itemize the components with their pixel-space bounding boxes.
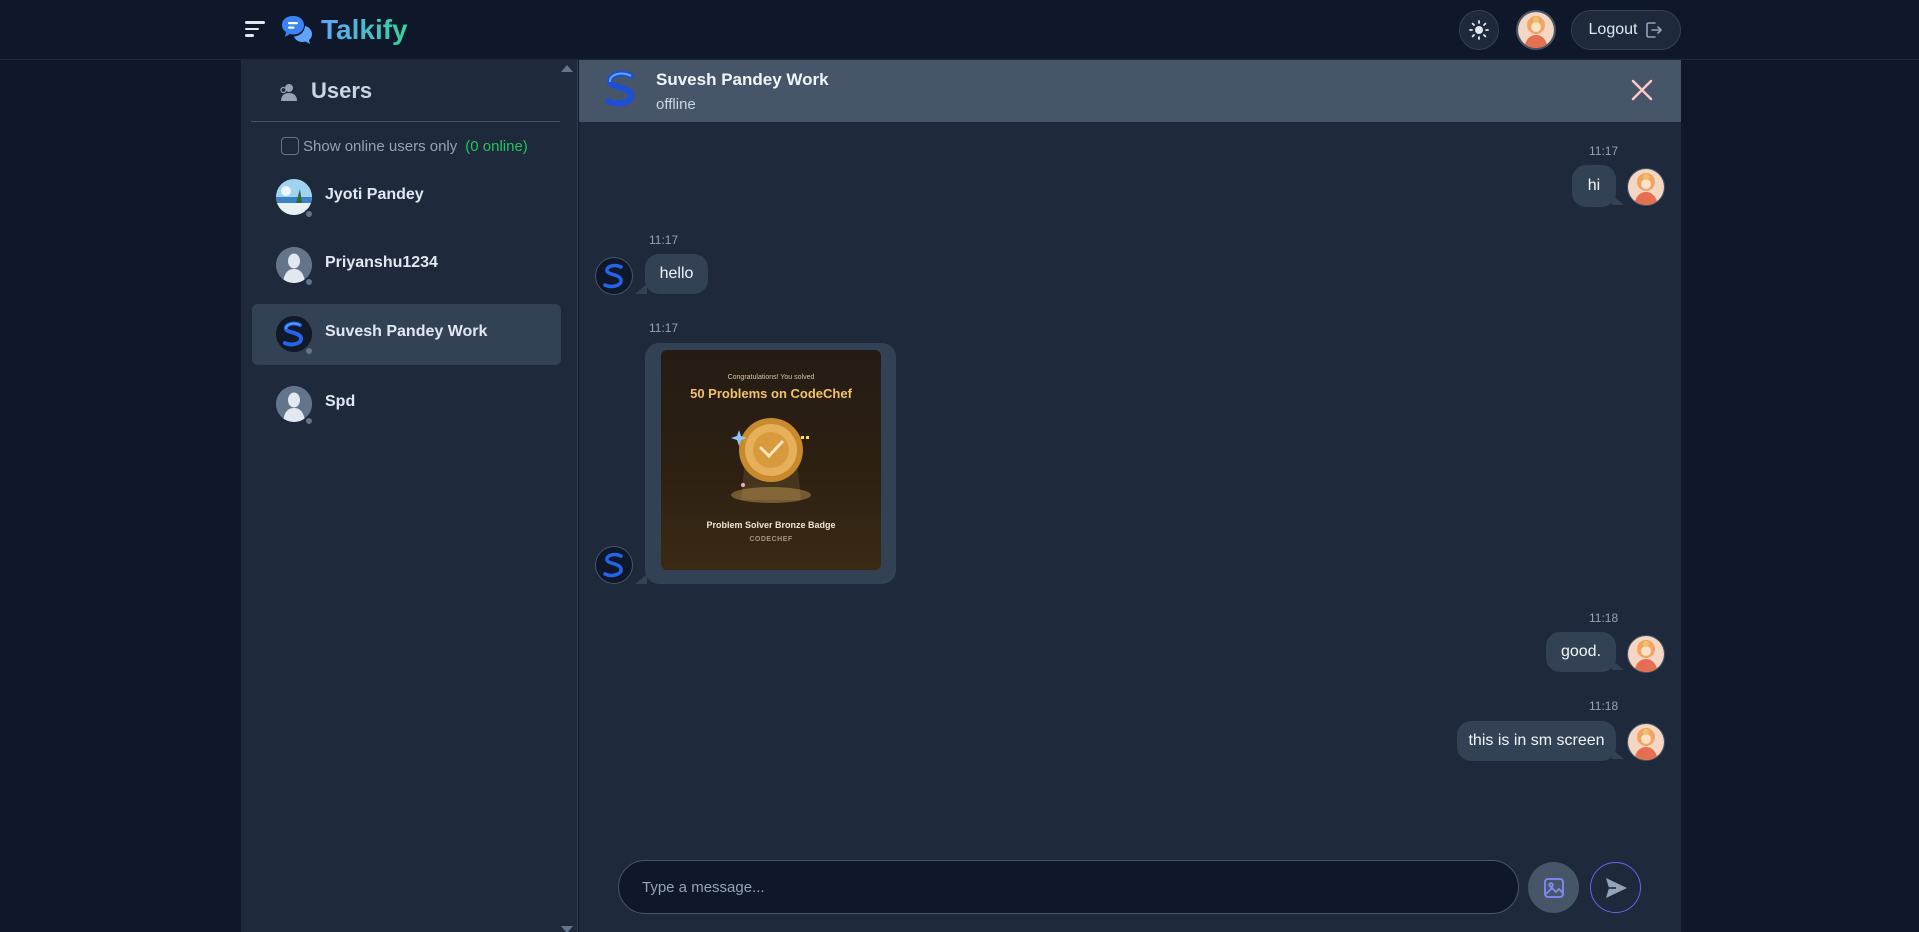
message-bubble-sent: good.: [1546, 632, 1616, 672]
logout-label: Logout: [1588, 21, 1638, 38]
status-dot: [304, 209, 314, 219]
message-text: hello: [659, 265, 694, 282]
navbar-inner: Talkify Logout: [241, 0, 1681, 60]
online-only-checkbox[interactable]: [281, 137, 299, 155]
user-item-suvesh-pandey-work[interactable]: Suvesh Pandey Work: [252, 304, 561, 365]
users-sidebar: Users Show online users only (0 online) …: [241, 60, 578, 932]
message-bubble-received: hello: [645, 254, 708, 294]
user-item-priyanshu1234[interactable]: Priyanshu1234: [252, 235, 561, 296]
message-text: hi: [1587, 177, 1601, 194]
contact-avatar: [605, 70, 634, 107]
online-count: (0 online): [465, 137, 528, 155]
online-filter[interactable]: Show online users only (0 online): [281, 137, 528, 155]
badge-name: Problem Solver Bronze Badge: [706, 520, 836, 530]
logout-icon: [1646, 22, 1663, 38]
status-dot: [304, 277, 314, 287]
status-dot: [304, 416, 314, 426]
message-time: 11:18: [1589, 699, 1619, 713]
message-input-wrapper: [618, 860, 1519, 914]
contact-name: Suvesh Pandey Work: [656, 70, 829, 89]
chat-bubbles-icon: [282, 16, 312, 44]
my-avatar: [1627, 168, 1665, 206]
status-dot: [304, 346, 314, 356]
send-icon: [1605, 877, 1627, 898]
my-avatar: [1627, 635, 1665, 673]
close-icon[interactable]: [1629, 77, 1655, 103]
message-time: 11:18: [1589, 611, 1619, 625]
scroll-up-arrow[interactable]: [561, 65, 573, 72]
codechef-badge-image[interactable]: Congratulations! You solved 50 Problems …: [661, 350, 881, 570]
user-name: Spd: [325, 393, 356, 410]
message-text: this is in sm screen: [1468, 732, 1605, 749]
message-time: 11:17: [649, 321, 679, 335]
bubble-tail: [1612, 749, 1624, 759]
contact-message-avatar: [595, 546, 633, 584]
bubble-tail: [1612, 195, 1624, 205]
contact-status: offline: [656, 96, 696, 113]
online-filter-label: Show online users only: [303, 137, 458, 155]
sidebar-header: Users: [251, 60, 560, 122]
logout-button[interactable]: Logout: [1571, 10, 1681, 50]
hamburger-icon[interactable]: [245, 19, 267, 39]
user-name: Jyoti Pandey: [325, 186, 424, 203]
message-bubble-sent: this is in sm screen: [1457, 721, 1616, 761]
profile-avatar[interactable]: [1516, 10, 1556, 50]
user-item-jyoti-pandey[interactable]: Jyoti Pandey: [252, 167, 561, 228]
message-time: 11:17: [1589, 144, 1619, 158]
message-image-bubble[interactable]: Congratulations! You solved 50 Problems …: [645, 343, 896, 584]
message-text: good.: [1560, 643, 1602, 660]
user-item-spd[interactable]: Spd: [252, 374, 561, 435]
chat-panel: Suvesh Pandey Work offline 11:17 hi 11:1…: [579, 60, 1681, 932]
users-icon: [280, 84, 297, 101]
my-avatar: [1627, 723, 1665, 761]
sidebar-title: Users: [311, 78, 373, 103]
user-name: Suvesh Pandey Work: [325, 323, 488, 340]
message-time: 11:17: [649, 233, 679, 247]
badge-brand: CODECHEF: [749, 536, 793, 543]
contact-message-avatar: [595, 257, 633, 295]
attach-image-button[interactable]: [1528, 862, 1579, 913]
bubble-tail: [1612, 660, 1624, 670]
chat-header: Suvesh Pandey Work offline: [579, 60, 1681, 122]
message-input[interactable]: [619, 861, 1518, 913]
top-navbar: Talkify Logout: [0, 0, 1919, 60]
message-bubble-sent: hi: [1572, 165, 1616, 207]
image-icon: [1543, 877, 1564, 898]
scroll-down-arrow[interactable]: [561, 926, 573, 932]
brand-name: Talkify: [321, 12, 408, 48]
user-name: Priyanshu1234: [325, 254, 438, 271]
send-button[interactable]: [1590, 862, 1641, 913]
theme-toggle-button[interactable]: [1459, 10, 1499, 50]
sun-icon: [1469, 20, 1489, 40]
